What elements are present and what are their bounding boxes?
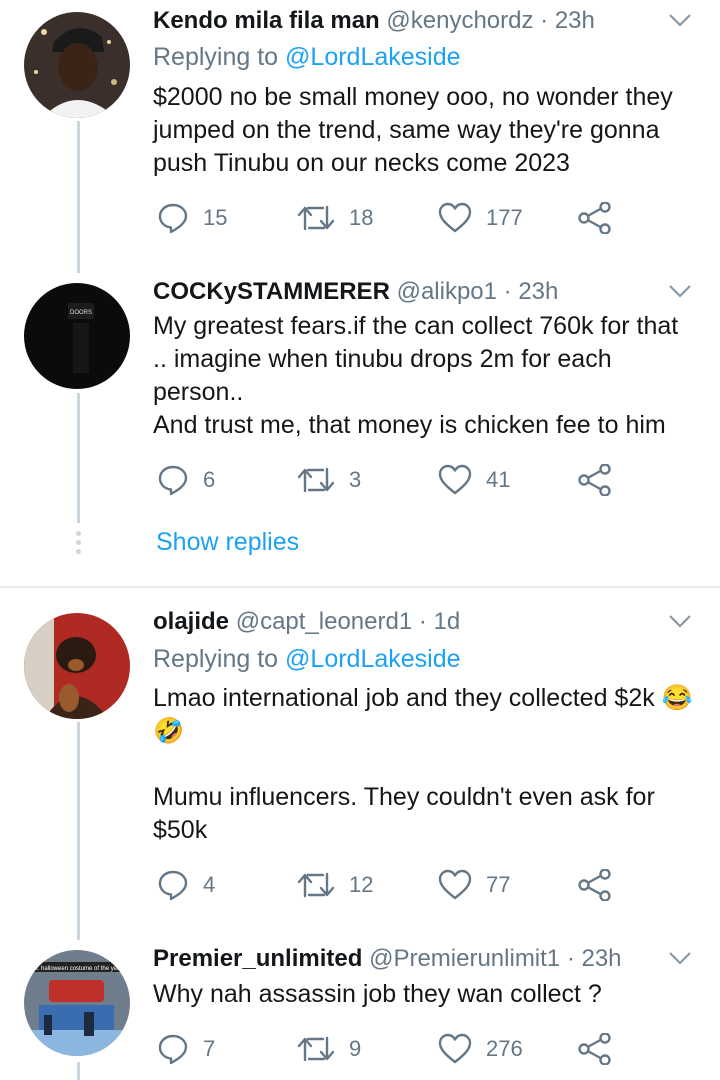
reply-prefix: Replying to	[153, 43, 286, 71]
tweet-text: My greatest fears.if the can collect 760…	[153, 310, 698, 442]
like-button[interactable]: 77	[438, 869, 510, 901]
chevron-down-icon[interactable]	[668, 12, 692, 28]
like-button[interactable]: 41	[438, 464, 510, 496]
show-replies-link[interactable]: Show replies	[156, 528, 299, 557]
like-button[interactable]: 177	[438, 202, 523, 234]
display-name[interactable]: Kendo mila fila man	[153, 7, 380, 34]
retweet-count: 18	[349, 205, 374, 230]
avatar-caption: DOORS	[70, 310, 92, 316]
tweet-header: COCKySTAMMERER @alikpo1 · 23h	[153, 278, 558, 306]
timestamp[interactable]: · 23h	[504, 278, 559, 305]
thread-line	[77, 393, 80, 523]
reply-icon	[158, 203, 188, 234]
chevron-down-icon[interactable]	[668, 950, 692, 966]
avatar[interactable]	[24, 12, 130, 118]
reply-count: 4	[203, 872, 216, 897]
avatar-caption: bes: halloween costume of the year	[28, 966, 122, 972]
reply-count: 7	[203, 1036, 216, 1061]
user-handle[interactable]: @alikpo1	[397, 278, 497, 305]
like-count: 77	[486, 872, 511, 897]
reply-handle-link[interactable]: @LordLakeside	[285, 43, 461, 71]
like-count: 41	[486, 467, 511, 492]
thread-line	[77, 1062, 80, 1080]
reply-button[interactable]: 7	[157, 1033, 215, 1065]
tweet-text: Lmao international job and they collecte…	[153, 682, 698, 847]
share-icon	[578, 202, 611, 234]
avatar[interactable]	[24, 613, 130, 719]
tweet-header: olajide @capt_leonerd1 · 1d	[153, 608, 460, 636]
tweet-paragraph: Mumu influencers. They couldn't even ask…	[153, 783, 662, 844]
tweet-text: $2000 no be small money ooo, no wonder t…	[153, 81, 698, 180]
tweet-paragraph: $2000 no be small money ooo, no wonder t…	[153, 83, 680, 177]
reply-icon	[158, 1034, 188, 1065]
reply-icon	[158, 870, 188, 901]
chevron-down-icon[interactable]	[668, 613, 692, 629]
like-icon	[438, 1033, 472, 1064]
replying-to: Replying to @LordLakeside	[153, 43, 461, 72]
reply-icon	[158, 465, 188, 496]
tweet-text: Why nah assassin job they wan collect ?	[153, 978, 698, 1011]
tweet-paragraph: Lmao international job and they collecte…	[153, 684, 693, 745]
reply-button[interactable]: 6	[157, 464, 215, 496]
avatar[interactable]: bes: halloween costume of the year	[24, 950, 130, 1056]
retweet-icon	[297, 872, 335, 898]
timestamp[interactable]: · 23h	[567, 945, 622, 972]
reply-button[interactable]: 15	[157, 202, 227, 234]
share-button[interactable]	[578, 869, 612, 901]
display-name[interactable]: olajide	[153, 608, 229, 635]
share-icon	[578, 464, 611, 496]
retweet-button[interactable]: 9	[297, 1035, 361, 1063]
chevron-down-icon[interactable]	[668, 283, 692, 299]
reply-handle-link[interactable]: @LordLakeside	[285, 645, 461, 673]
display-name[interactable]: Premier_unlimited	[153, 945, 362, 972]
user-handle[interactable]: @kenychordz	[386, 7, 533, 34]
reply-prefix: Replying to	[153, 645, 286, 673]
retweet-count: 12	[349, 872, 374, 897]
share-icon	[578, 869, 611, 901]
user-handle[interactable]: @capt_leonerd1	[236, 608, 412, 635]
user-handle[interactable]: @Premierunlimit1	[369, 945, 560, 972]
tweet-header: Kendo mila fila man @kenychordz · 23h	[153, 7, 595, 35]
tweet-paragraph	[153, 748, 698, 781]
share-button[interactable]	[578, 1033, 612, 1065]
replying-to: Replying to @LordLakeside	[153, 645, 461, 674]
retweet-icon	[297, 1036, 335, 1062]
like-icon	[438, 202, 472, 233]
tweet-paragraph: And trust me, that money is chicken fee …	[153, 411, 666, 439]
share-icon	[578, 1033, 611, 1065]
retweet-button[interactable]: 18	[297, 204, 373, 232]
retweet-button[interactable]: 12	[297, 871, 373, 899]
thread-line	[77, 722, 80, 940]
retweet-icon	[297, 205, 335, 231]
divider	[0, 586, 720, 588]
reply-count: 6	[203, 467, 216, 492]
tweet-header: Premier_unlimited @Premierunlimit1 · 23h	[153, 945, 622, 973]
reply-button[interactable]: 4	[157, 869, 215, 901]
timestamp[interactable]: · 1d	[419, 608, 460, 635]
like-count: 177	[486, 205, 523, 230]
like-icon	[438, 464, 472, 495]
share-button[interactable]	[578, 464, 612, 496]
like-count: 276	[486, 1036, 523, 1061]
retweet-count: 3	[349, 467, 362, 492]
retweet-icon	[297, 467, 335, 493]
like-icon	[438, 869, 472, 900]
like-button[interactable]: 276	[438, 1033, 523, 1065]
avatar[interactable]: DOORS	[24, 283, 130, 389]
retweet-count: 9	[349, 1036, 362, 1061]
retweet-button[interactable]: 3	[297, 466, 361, 494]
tweet-paragraph: Why nah assassin job they wan collect ?	[153, 980, 602, 1008]
reply-count: 15	[203, 205, 228, 230]
thread-line	[77, 121, 80, 273]
timestamp[interactable]: · 23h	[540, 7, 595, 34]
share-button[interactable]	[578, 202, 612, 234]
tweet-paragraph: My greatest fears.if the can collect 760…	[153, 312, 686, 406]
display-name[interactable]: COCKySTAMMERER	[153, 278, 390, 305]
